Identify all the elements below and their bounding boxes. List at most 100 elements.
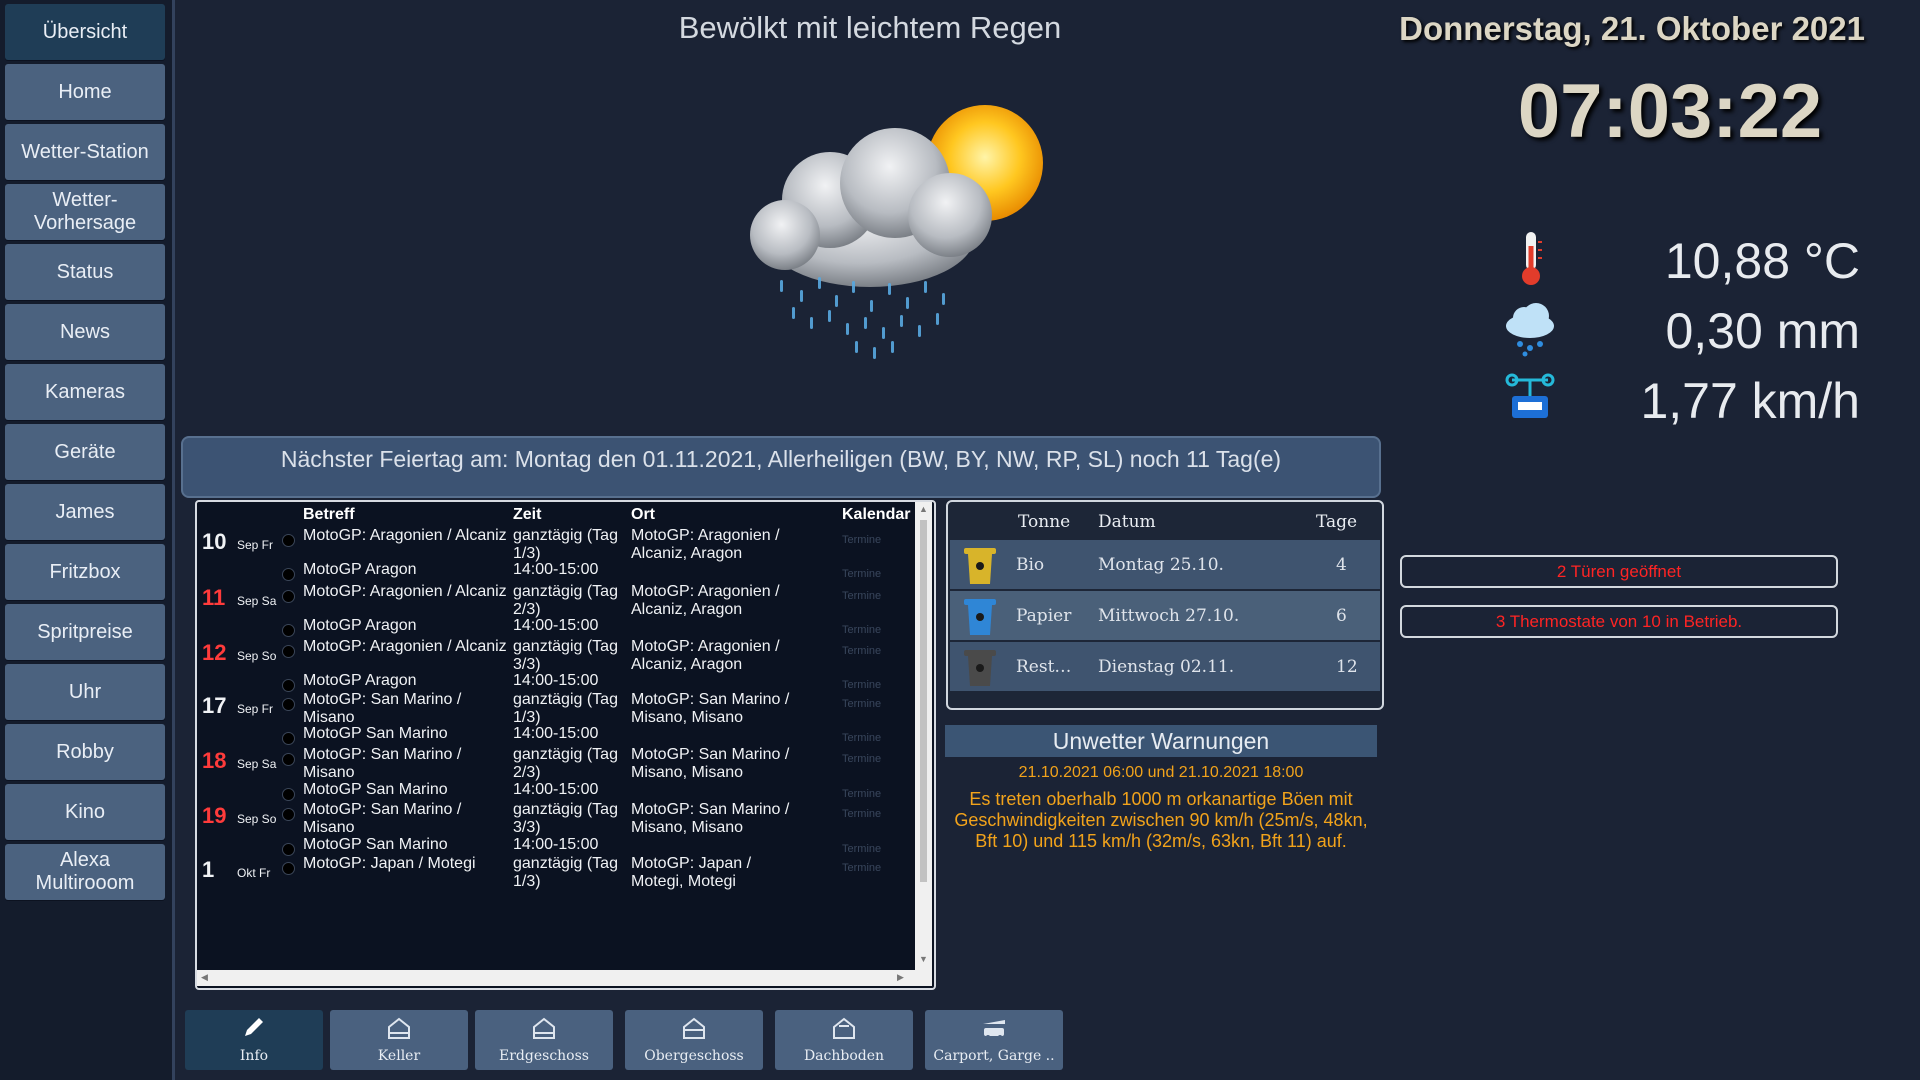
nav-label: Übersicht	[42, 20, 128, 43]
rain-cloud-icon	[1506, 303, 1554, 357]
event-subject: MotoGP San Marino	[303, 725, 448, 742]
nav-spritpreise[interactable]: Spritpreise	[5, 604, 165, 660]
scroll-down-icon[interactable]: ▼	[919, 954, 928, 964]
header-days: Tage	[1316, 512, 1358, 532]
bin-days: 4	[1336, 555, 1347, 575]
calendar-day: 11	[202, 585, 226, 610]
thermostat-alert[interactable]: 3 Thermostate von 10 in Betrieb.	[1400, 605, 1838, 638]
nav-label: Geräte	[54, 440, 116, 463]
trash-bin-icon	[964, 599, 996, 635]
nav-label: News	[59, 320, 110, 343]
holiday-banner: Nächster Feiertag am: Montag den 01.11.2…	[181, 436, 1381, 498]
event-time: ganztägig (Tag 2/3)	[513, 583, 618, 618]
temperature-value: 10,88 °C	[1664, 233, 1860, 289]
event-subject: MotoGP Aragon	[303, 672, 417, 689]
bin-days: 12	[1336, 657, 1358, 677]
rain-row: 0,30 mm	[1500, 298, 1860, 359]
event-dot	[282, 679, 295, 692]
nav-news[interactable]: News	[5, 304, 165, 360]
header-place: Ort	[631, 506, 655, 523]
warning-text: Es treten oberhalb 1000 m orkanartige Bö…	[954, 789, 1368, 851]
anemometer-icon	[1505, 373, 1555, 418]
event-calendar: Termine	[842, 862, 882, 874]
nav-label: Alexa Multirooom	[35, 849, 135, 894]
calendar-horizontal-scrollbar[interactable]: ◀ ▶	[197, 970, 915, 986]
scroll-right-icon[interactable]: ▶	[897, 972, 904, 983]
floor-label: Dachboden	[803, 1048, 885, 1064]
floor-button-info[interactable]: Info	[185, 1010, 323, 1070]
floor-button-obergeschoss[interactable]: Obergeschoss	[625, 1010, 763, 1070]
house-icon	[533, 1017, 555, 1039]
calendar-day: 18	[202, 748, 227, 773]
calendar-body: Betreff Zeit Ort Kalendar 10 Sep Fr MotoGP…	[197, 502, 913, 968]
event-time: ganztägig (Tag 2/3)	[513, 746, 618, 781]
floor-button-erdgeschoss[interactable]: Erdgeschoss	[475, 1010, 613, 1070]
event-time: 14:00-15:00	[513, 561, 599, 578]
event-subject: MotoGP San Marino	[303, 781, 448, 798]
nav-label: Home	[58, 80, 112, 103]
nav-uhr[interactable]: Uhr	[5, 664, 165, 720]
event-place: MotoGP: Japan / Motegi, Motegi	[631, 855, 752, 890]
event-calendar: Termine	[842, 808, 882, 820]
house-icon	[388, 1017, 410, 1039]
calendar-day: 17	[202, 693, 227, 718]
bin-date: Montag 25.10.	[1098, 555, 1224, 575]
doors-open-alert[interactable]: 2 Türen geöffnet	[1400, 555, 1838, 588]
nav-wetter-station[interactable]: Wetter-Station	[5, 124, 165, 180]
event-subject: MotoGP: San Marino / Misano	[303, 801, 462, 836]
event-dot	[282, 843, 295, 856]
event-calendar: Termine	[842, 679, 882, 691]
nav-wetter-vorhersage[interactable]: Wetter- Vorhersage	[5, 184, 165, 240]
calendar-day: 12	[202, 640, 227, 665]
thermometer-icon	[1522, 232, 1542, 285]
house-icon	[833, 1017, 855, 1039]
event-place: MotoGP: Aragonien / Alcaniz, Aragon	[631, 583, 780, 618]
nav-robby[interactable]: Robby	[5, 724, 165, 780]
nav-uebersicht[interactable]: Übersicht	[5, 4, 165, 60]
nav-label: Status	[56, 260, 114, 283]
nav-label: Kameras	[44, 380, 126, 403]
floor-label: Keller	[377, 1048, 421, 1064]
nav-kameras[interactable]: Kameras	[5, 364, 165, 420]
calendar-vertical-scrollbar[interactable]: ▲ ▼	[915, 502, 932, 986]
wind-value: 1,77 km/h	[1640, 373, 1860, 429]
floor-button-carport-garage[interactable]: Carport, Garge ..	[925, 1010, 1063, 1070]
event-calendar: Termine	[842, 843, 882, 855]
nav-label: Fritzbox	[49, 560, 121, 583]
scroll-left-icon[interactable]: ◀	[201, 972, 208, 983]
event-time: 14:00-15:00	[513, 781, 599, 798]
sidebar-nav: Übersicht Home Wetter-Station Wetter- Vo…	[0, 0, 175, 1080]
nav-geraete[interactable]: Geräte	[5, 424, 165, 480]
floor-label: Info	[239, 1048, 269, 1064]
scroll-thumb[interactable]	[920, 520, 927, 882]
header-calendar: Kalendar	[842, 506, 911, 523]
event-calendar: Termine	[842, 624, 882, 636]
event-calendar: Termine	[842, 753, 882, 765]
event-time: ganztägig (Tag 1/3)	[513, 527, 618, 562]
nav-alexa-multiroom[interactable]: Alexa Multirooom	[5, 844, 165, 900]
calendar-weekday: Sep Fr	[237, 702, 274, 716]
bin-name: Bio	[1016, 555, 1045, 575]
floor-button-dachboden[interactable]: Dachboden	[775, 1010, 913, 1070]
event-subject: MotoGP Aragon	[303, 561, 417, 578]
calendar-weekday: Sep Sa	[237, 757, 277, 771]
nav-status[interactable]: Status	[5, 244, 165, 300]
event-dot	[282, 645, 295, 658]
event-calendar: Termine	[842, 732, 882, 744]
event-subject: MotoGP: San Marino / Misano	[303, 746, 462, 781]
nav-label: Wetter-Station	[21, 140, 149, 163]
nav-label: James	[55, 500, 115, 523]
event-subject: MotoGP: Aragonien / Alcaniz	[303, 638, 507, 655]
nav-home[interactable]: Home	[5, 64, 165, 120]
nav-james[interactable]: James	[5, 484, 165, 540]
event-place: MotoGP: San Marino / Misano, Misano	[631, 691, 790, 726]
scroll-up-icon[interactable]: ▲	[919, 504, 928, 514]
floor-button-keller[interactable]: Keller	[330, 1010, 468, 1070]
event-dot	[282, 753, 295, 766]
calendar-weekday: Sep So	[237, 649, 277, 663]
nav-kino[interactable]: Kino	[5, 784, 165, 840]
bin-date: Dienstag 02.11.	[1098, 657, 1235, 677]
garage-icon	[983, 1020, 1005, 1039]
event-dot	[282, 698, 295, 711]
nav-fritzbox[interactable]: Fritzbox	[5, 544, 165, 600]
